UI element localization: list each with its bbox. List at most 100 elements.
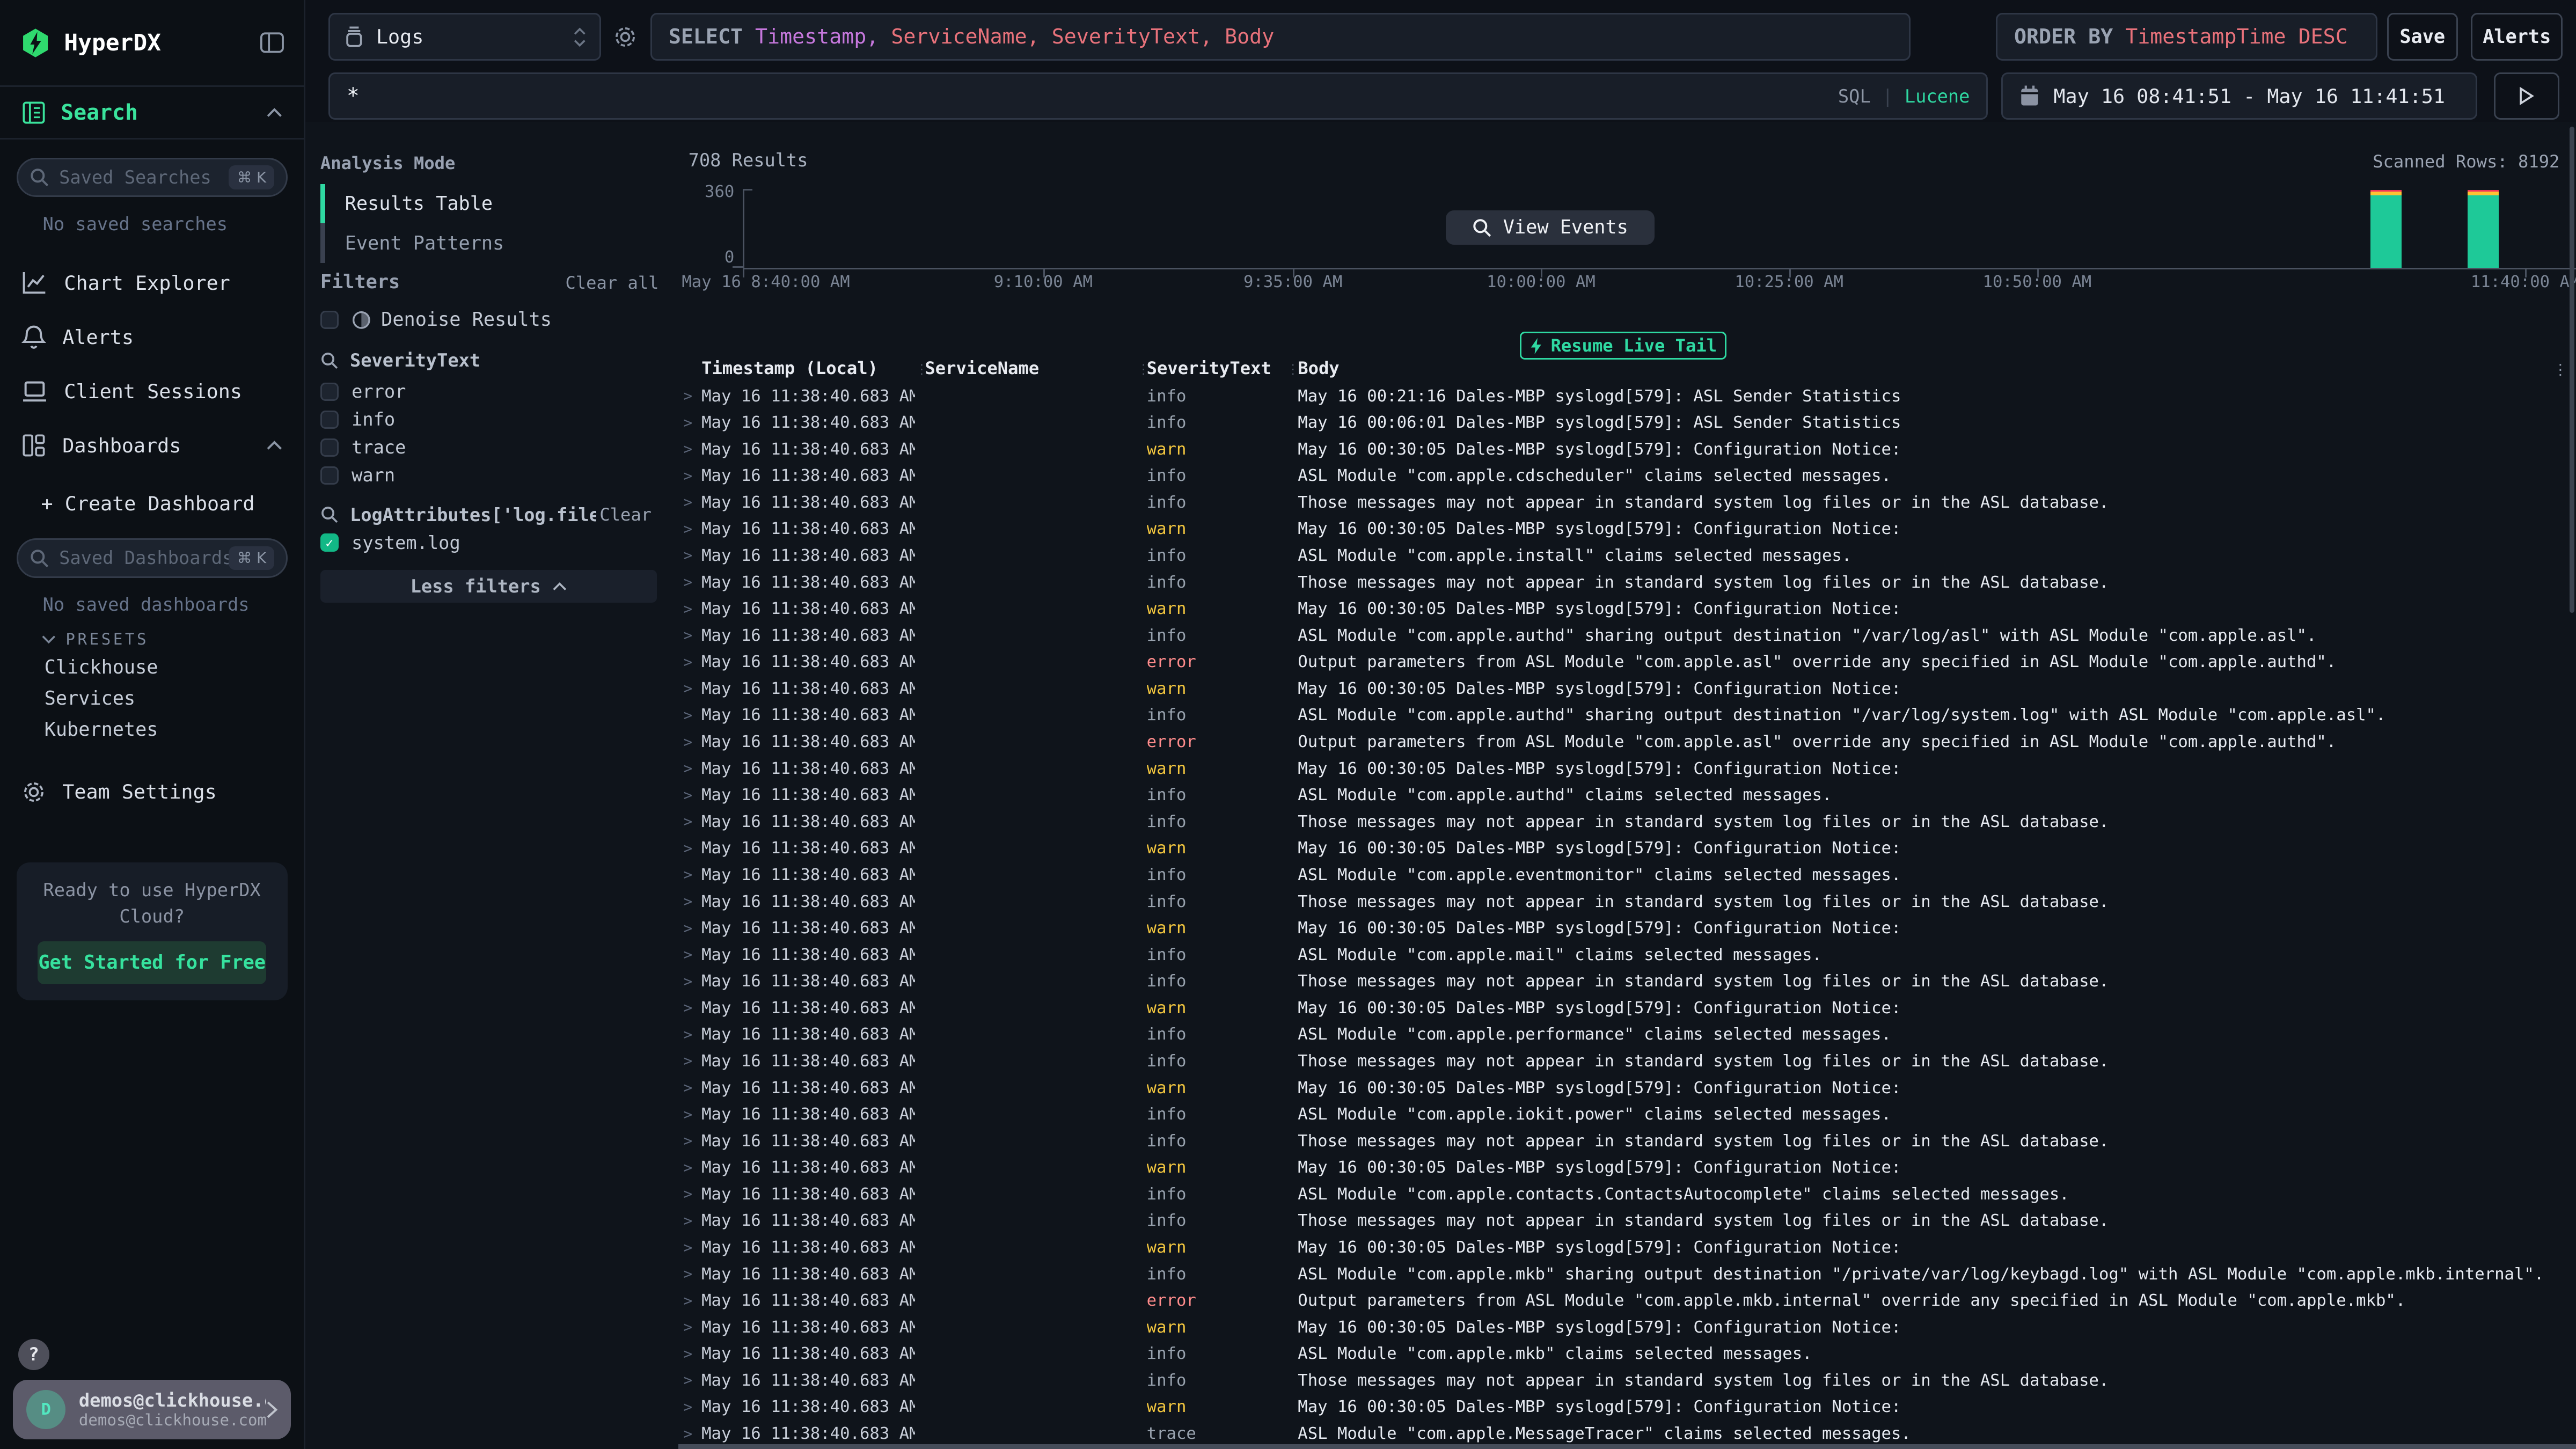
table-row[interactable]: >May 16 11:38:40.683 AMinfoASL Module "c…: [678, 463, 2571, 489]
table-row[interactable]: >May 16 11:38:40.683 AMinfoASL Module "c…: [678, 1101, 2571, 1128]
expand-row-icon[interactable]: >: [678, 1265, 701, 1283]
saved-dashboards-input[interactable]: Saved Dashboards ⌘ K: [17, 538, 288, 577]
expand-row-icon[interactable]: >: [678, 1399, 701, 1416]
table-row[interactable]: >May 16 11:38:40.683 AMwarnMay 16 00:30:…: [678, 995, 2571, 1022]
horizontal-scrollbar[interactable]: [678, 1444, 2576, 1449]
user-menu[interactable]: D demos@clickhouse.com demos@clickhouse.…: [13, 1380, 290, 1439]
expand-row-icon[interactable]: >: [678, 1372, 701, 1389]
select-clause-input[interactable]: SELECT Timestamp, ServiceName, SeverityT…: [650, 13, 1911, 61]
table-row[interactable]: >May 16 11:38:40.683 AMwarnMay 16 00:30:…: [678, 1234, 2571, 1261]
table-row[interactable]: >May 16 11:38:40.683 AMinfoASL Module "c…: [678, 941, 2571, 968]
preset-clickhouse[interactable]: Clickhouse: [45, 656, 304, 679]
facet-option-trace[interactable]: trace: [320, 437, 406, 458]
expand-row-icon[interactable]: >: [678, 521, 701, 538]
expand-row-icon[interactable]: >: [678, 1319, 701, 1336]
table-row[interactable]: >May 16 11:38:40.683 AMinfoASL Module "c…: [678, 1341, 2571, 1367]
expand-row-icon[interactable]: >: [678, 946, 701, 963]
alerts-button[interactable]: Alerts: [2471, 13, 2563, 61]
expand-row-icon[interactable]: >: [678, 1026, 701, 1043]
table-row[interactable]: >May 16 11:38:40.683 AMwarnMay 16 00:30:…: [678, 835, 2571, 862]
table-row[interactable]: >May 16 11:38:40.683 AMwarnMay 16 00:30:…: [678, 676, 2571, 702]
sidebar-item-client-sessions[interactable]: Client Sessions: [0, 364, 304, 419]
expand-row-icon[interactable]: >: [678, 1345, 701, 1363]
presets-toggle[interactable]: PRESETS: [41, 630, 304, 648]
vertical-scrollbar[interactable]: [2570, 127, 2574, 613]
table-row[interactable]: >May 16 11:38:40.683 AMwarnMay 16 00:30:…: [678, 436, 2571, 463]
expand-row-icon[interactable]: >: [678, 1292, 701, 1309]
expand-row-icon[interactable]: >: [678, 387, 701, 405]
table-row[interactable]: >May 16 11:38:40.683 AMtraceASL Module "…: [678, 1421, 2571, 1447]
table-row[interactable]: >May 16 11:38:40.683 AMwarnMay 16 00:30:…: [678, 1154, 2571, 1181]
table-row[interactable]: >May 16 11:38:40.683 AMerrorOutput param…: [678, 729, 2571, 756]
expand-row-icon[interactable]: >: [678, 627, 701, 644]
expand-row-icon[interactable]: >: [678, 494, 701, 511]
sidebar-item-team-settings[interactable]: Team Settings: [0, 765, 304, 819]
expand-row-icon[interactable]: >: [678, 441, 701, 458]
sidebar-item-search[interactable]: Search: [0, 85, 304, 140]
search-icon[interactable]: [320, 506, 339, 524]
help-button[interactable]: ?: [18, 1339, 49, 1370]
checkbox[interactable]: [320, 383, 339, 401]
sidebar-item-alerts[interactable]: Alerts: [0, 310, 304, 364]
source-select[interactable]: Logs: [328, 13, 601, 61]
checkbox[interactable]: [320, 438, 339, 457]
source-settings-gear-icon[interactable]: [613, 25, 638, 49]
table-row[interactable]: >May 16 11:38:40.683 AMinfoMay 16 00:06:…: [678, 409, 2571, 436]
table-row[interactable]: >May 16 11:38:40.683 AMinfoThose message…: [678, 808, 2571, 835]
col-severitytext[interactable]: SeverityText: [1147, 358, 1286, 383]
column-resize-handle[interactable]: ⋮: [1137, 358, 1146, 383]
resume-live-tail-button[interactable]: Resume Live Tail: [1520, 332, 1727, 360]
checkbox[interactable]: [320, 466, 339, 485]
table-row[interactable]: >May 16 11:38:40.683 AMinfoThose message…: [678, 888, 2571, 915]
table-row[interactable]: >May 16 11:38:40.683 AMinfoThose message…: [678, 489, 2571, 516]
mode-results-table[interactable]: Results Table: [320, 184, 657, 223]
table-row[interactable]: >May 16 11:38:40.683 AMinfoASL Module "c…: [678, 543, 2571, 569]
saved-searches-input[interactable]: Saved Searches ⌘ K: [17, 158, 288, 197]
table-row[interactable]: >May 16 11:38:40.683 AMerrorOutput param…: [678, 1287, 2571, 1314]
table-row[interactable]: >May 16 11:38:40.683 AMwarnMay 16 00:30:…: [678, 1074, 2571, 1101]
expand-row-icon[interactable]: >: [678, 414, 701, 431]
table-row[interactable]: >May 16 11:38:40.683 AMinfoASL Module "c…: [678, 702, 2571, 729]
expand-row-icon[interactable]: >: [678, 1079, 701, 1096]
preset-kubernetes[interactable]: Kubernetes: [45, 719, 304, 742]
expand-row-icon[interactable]: >: [678, 601, 701, 618]
table-row[interactable]: >May 16 11:38:40.683 AMinfoASL Module "c…: [678, 782, 2571, 809]
expand-row-icon[interactable]: >: [678, 707, 701, 724]
checkbox-checked[interactable]: ✓: [320, 533, 339, 552]
expand-row-icon[interactable]: >: [678, 1425, 701, 1443]
table-row[interactable]: >May 16 11:38:40.683 AMwarnMay 16 00:30:…: [678, 516, 2571, 543]
expand-row-icon[interactable]: >: [678, 574, 701, 591]
table-row[interactable]: >May 16 11:38:40.683 AMwarnMay 16 00:30:…: [678, 1394, 2571, 1421]
expand-row-icon[interactable]: >: [678, 813, 701, 830]
facet-option-info[interactable]: info: [320, 409, 395, 430]
facet-option-system-log[interactable]: ✓ system.log: [320, 532, 460, 553]
expand-row-icon[interactable]: >: [678, 547, 701, 564]
expand-row-icon[interactable]: >: [678, 1239, 701, 1256]
col-timestamp[interactable]: Timestamp (Local): [701, 358, 915, 383]
table-row[interactable]: >May 16 11:38:40.683 AMwarnMay 16 00:30:…: [678, 915, 2571, 942]
collapse-sidebar-icon[interactable]: [260, 31, 284, 54]
table-row[interactable]: >May 16 11:38:40.683 AMinfoMay 16 00:21:…: [678, 383, 2571, 409]
create-dashboard-button[interactable]: + Create Dashboard: [0, 479, 304, 529]
table-row[interactable]: >May 16 11:38:40.683 AMwarnMay 16 00:30:…: [678, 1314, 2571, 1341]
column-resize-handle[interactable]: ⋮: [1286, 358, 1298, 383]
col-servicename[interactable]: ServiceName: [925, 358, 1137, 383]
table-row[interactable]: >May 16 11:38:40.683 AMwarnMay 16 00:30:…: [678, 596, 2571, 623]
table-row[interactable]: >May 16 11:38:40.683 AMinfoASL Module "c…: [678, 1261, 2571, 1287]
table-row[interactable]: >May 16 11:38:40.683 AMwarnMay 16 00:30:…: [678, 755, 2571, 782]
expand-row-icon[interactable]: >: [678, 1106, 701, 1123]
table-options-icon[interactable]: ⋮: [2553, 361, 2568, 378]
checkbox[interactable]: [320, 411, 339, 429]
denoise-checkbox-row[interactable]: Denoise Results: [320, 309, 552, 331]
time-range-picker[interactable]: May 16 08:41:51 - May 16 11:41:51: [2001, 72, 2478, 120]
table-row[interactable]: >May 16 11:38:40.683 AMinfoThose message…: [678, 1367, 2571, 1394]
mode-event-patterns[interactable]: Event Patterns: [320, 223, 657, 262]
table-row[interactable]: >May 16 11:38:40.683 AMerrorOutput param…: [678, 649, 2571, 676]
expand-row-icon[interactable]: >: [678, 734, 701, 751]
search-query-input[interactable]: * SQL | Lucene: [328, 72, 1988, 120]
expand-row-icon[interactable]: >: [678, 1212, 701, 1230]
less-filters-button[interactable]: Less filters: [320, 570, 657, 603]
save-button[interactable]: Save: [2387, 13, 2458, 61]
expand-row-icon[interactable]: >: [678, 467, 701, 485]
expand-row-icon[interactable]: >: [678, 760, 701, 777]
